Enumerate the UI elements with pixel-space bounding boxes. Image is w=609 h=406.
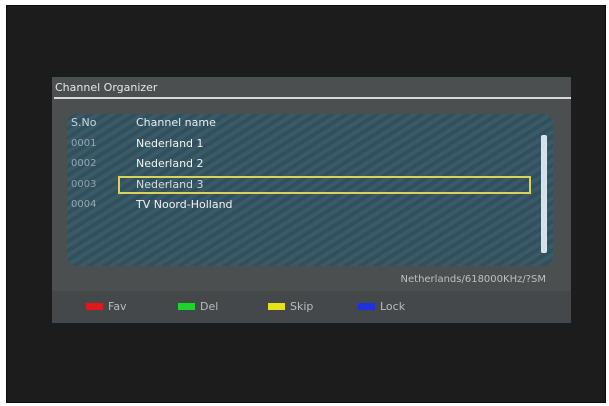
channel-number: 0004 [71, 199, 97, 210]
channel-name: TV Noord-Holland [136, 198, 233, 211]
channel-row-selected[interactable]: 0003 Nederland 3 [67, 176, 537, 196]
channel-number: 0001 [71, 138, 97, 149]
column-header-channel-name: Channel name [136, 116, 216, 129]
channel-list[interactable]: S.No Channel name 0001 Nederland 1 0002 … [67, 114, 553, 266]
channel-name: Nederland 3 [136, 178, 204, 191]
list-scrollbar[interactable] [541, 135, 547, 253]
column-header-sno: S.No [71, 116, 97, 129]
del-label: Del [200, 300, 219, 313]
blue-key-icon [358, 303, 375, 310]
channel-row[interactable]: 0001 Nederland 1 [67, 135, 537, 155]
channel-name: Nederland 2 [136, 157, 204, 170]
channel-number: 0002 [71, 158, 97, 169]
transponder-info: Netherlands/618000KHz/?SM [400, 274, 546, 285]
fav-label: Fav [108, 300, 127, 313]
red-key-icon [86, 303, 103, 310]
tv-screen: Channel Organizer S.No Channel name 0001… [6, 5, 606, 403]
title-divider [54, 97, 571, 99]
skip-label: Skip [290, 300, 314, 313]
yellow-key-icon [268, 303, 285, 310]
color-key-bar: Fav Del Skip Lock [52, 291, 571, 323]
green-key-icon [178, 303, 195, 310]
channel-row[interactable]: 0002 Nederland 2 [67, 155, 537, 175]
lock-label: Lock [380, 300, 406, 313]
channel-row[interactable]: 0004 TV Noord-Holland [67, 196, 537, 216]
panel-title: Channel Organizer [55, 81, 158, 94]
channel-number: 0003 [71, 179, 97, 190]
channel-name: Nederland 1 [136, 137, 204, 150]
channel-organizer-panel: Channel Organizer S.No Channel name 0001… [52, 77, 571, 323]
